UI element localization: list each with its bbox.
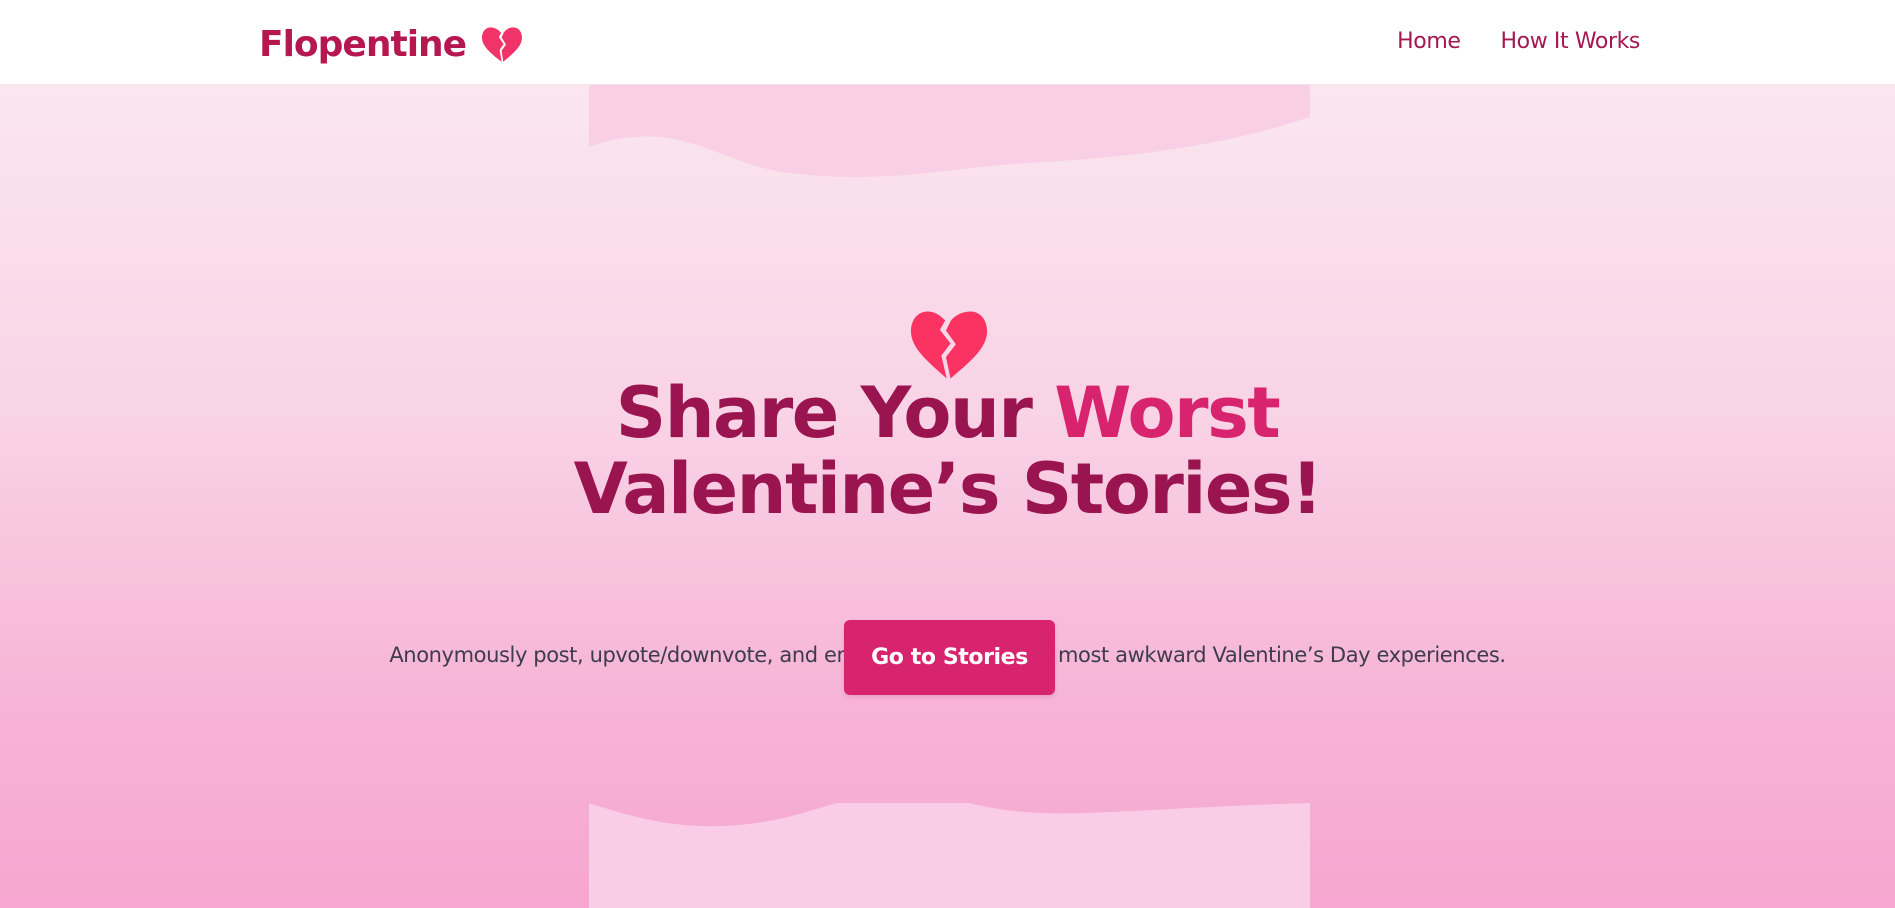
broken-heart-icon	[482, 27, 523, 62]
hero-section: Share Your Worst Valentine’s Stories! An…	[0, 85, 1895, 908]
hero-headline: Share Your Worst Valentine’s Stories!	[0, 375, 1895, 527]
bottom-wave-decoration	[589, 803, 1310, 908]
headline-text-start: Share Your	[615, 372, 1055, 454]
brand-logo-link[interactable]: Flopentine	[259, 22, 523, 68]
broken-heart-icon	[910, 311, 988, 379]
headline-text-end: Valentine’s Stories!	[573, 448, 1323, 530]
brand-name: Flopentine	[259, 24, 467, 65]
nav-home-link[interactable]: Home	[1397, 27, 1461, 57]
go-to-stories-button[interactable]: Go to Stories	[844, 620, 1055, 695]
top-wave-decoration	[589, 85, 1310, 178]
nav-how-it-works-link[interactable]: How It Works	[1501, 27, 1641, 57]
navbar: Flopentine Home How It Works	[0, 0, 1895, 85]
headline-accent-word: Worst	[1054, 372, 1280, 454]
main-nav: Home How It Works	[1357, 27, 1640, 57]
